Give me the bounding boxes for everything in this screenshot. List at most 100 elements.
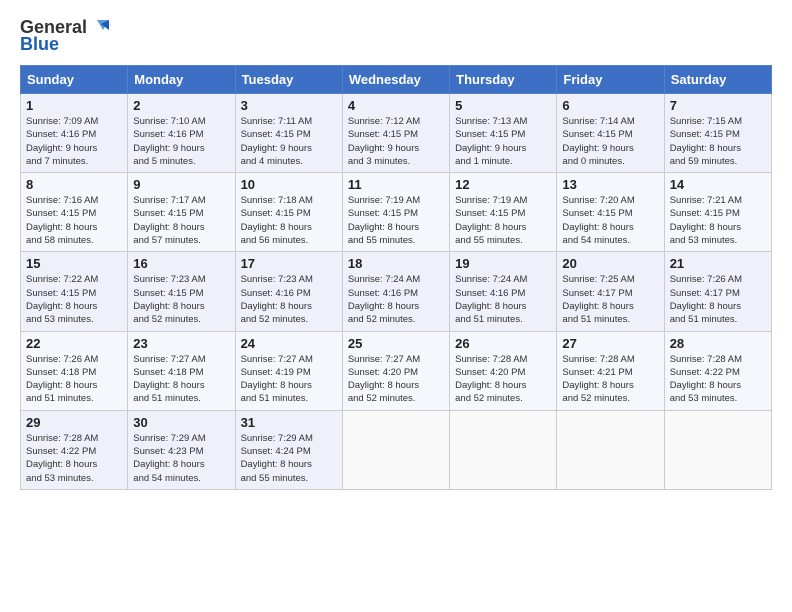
calendar-cell: 31 Sunrise: 7:29 AM Sunset: 4:24 PM Dayli… xyxy=(235,410,342,489)
day-info: Sunrise: 7:23 AM Sunset: 4:15 PM Dayligh… xyxy=(133,273,229,326)
day-info: Sunrise: 7:24 AM Sunset: 4:16 PM Dayligh… xyxy=(455,273,551,326)
weekday-header-thursday: Thursday xyxy=(450,66,557,94)
weekday-header-friday: Friday xyxy=(557,66,664,94)
day-info: Sunrise: 7:26 AM Sunset: 4:18 PM Dayligh… xyxy=(26,353,122,406)
day-number: 17 xyxy=(241,256,337,271)
weekday-header-wednesday: Wednesday xyxy=(342,66,449,94)
day-number: 9 xyxy=(133,177,229,192)
calendar-cell: 20Sunrise: 7:25 AM Sunset: 4:17 PM Dayli… xyxy=(557,252,664,331)
weekday-header-monday: Monday xyxy=(128,66,235,94)
day-info: Sunrise: 7:14 AM Sunset: 4:15 PM Dayligh… xyxy=(562,115,658,168)
day-info: Sunrise: 7:24 AM Sunset: 4:16 PM Dayligh… xyxy=(348,273,444,326)
calendar-header-row: SundayMondayTuesdayWednesdayThursdayFrid… xyxy=(21,66,772,94)
weekday-header-sunday: Sunday xyxy=(21,66,128,94)
calendar-cell: 30 Sunrise: 7:29 AM Sunset: 4:23 PM Dayli… xyxy=(128,410,235,489)
calendar-cell xyxy=(342,410,449,489)
day-number: 15 xyxy=(26,256,122,271)
calendar-cell: 7 Sunrise: 7:15 AM Sunset: 4:15 PM Daylig… xyxy=(664,94,771,173)
day-number: 26 xyxy=(455,336,551,351)
day-number: 29 xyxy=(26,415,122,430)
calendar-cell: 12 Sunrise: 7:19 AM Sunset: 4:15 PM Dayli… xyxy=(450,173,557,252)
day-number: 2 xyxy=(133,98,229,113)
calendar-cell: 15Sunrise: 7:22 AM Sunset: 4:15 PM Dayli… xyxy=(21,252,128,331)
calendar-cell xyxy=(664,410,771,489)
calendar-cell: 4 Sunrise: 7:12 AM Sunset: 4:15 PM Daylig… xyxy=(342,94,449,173)
calendar-cell: 2 Sunrise: 7:10 AM Sunset: 4:16 PM Daylig… xyxy=(128,94,235,173)
day-number: 23 xyxy=(133,336,229,351)
day-number: 5 xyxy=(455,98,551,113)
day-info: Sunrise: 7:23 AM Sunset: 4:16 PM Dayligh… xyxy=(241,273,337,326)
day-info: Sunrise: 7:13 AM Sunset: 4:15 PM Dayligh… xyxy=(455,115,551,168)
weekday-header-tuesday: Tuesday xyxy=(235,66,342,94)
day-number: 22 xyxy=(26,336,122,351)
calendar-cell: 25 Sunrise: 7:27 AM Sunset: 4:20 PM Dayli… xyxy=(342,331,449,410)
calendar-cell xyxy=(450,410,557,489)
day-number: 11 xyxy=(348,177,444,192)
logo: General Blue xyxy=(20,16,111,55)
day-info: Sunrise: 7:10 AM Sunset: 4:16 PM Dayligh… xyxy=(133,115,229,168)
day-number: 16 xyxy=(133,256,229,271)
day-info: Sunrise: 7:20 AM Sunset: 4:15 PM Dayligh… xyxy=(562,194,658,247)
calendar-cell: 10Sunrise: 7:18 AM Sunset: 4:15 PM Dayli… xyxy=(235,173,342,252)
calendar-cell: 27 Sunrise: 7:28 AM Sunset: 4:21 PM Dayli… xyxy=(557,331,664,410)
day-info: Sunrise: 7:16 AM Sunset: 4:15 PM Dayligh… xyxy=(26,194,122,247)
day-number: 31 xyxy=(241,415,337,430)
day-info: Sunrise: 7:28 AM Sunset: 4:21 PM Dayligh… xyxy=(562,353,658,406)
day-info: Sunrise: 7:19 AM Sunset: 4:15 PM Dayligh… xyxy=(455,194,551,247)
calendar-cell: 11 Sunrise: 7:19 AM Sunset: 4:15 PM Dayli… xyxy=(342,173,449,252)
calendar-cell: 19 Sunrise: 7:24 AM Sunset: 4:16 PM Dayli… xyxy=(450,252,557,331)
calendar-week-4: 22 Sunrise: 7:26 AM Sunset: 4:18 PM Dayli… xyxy=(21,331,772,410)
day-number: 27 xyxy=(562,336,658,351)
day-info: Sunrise: 7:12 AM Sunset: 4:15 PM Dayligh… xyxy=(348,115,444,168)
day-number: 18 xyxy=(348,256,444,271)
day-number: 25 xyxy=(348,336,444,351)
calendar-cell: 6 Sunrise: 7:14 AM Sunset: 4:15 PM Daylig… xyxy=(557,94,664,173)
day-number: 6 xyxy=(562,98,658,113)
calendar-cell: 21 Sunrise: 7:26 AM Sunset: 4:17 PM Dayli… xyxy=(664,252,771,331)
calendar-cell: 23 Sunrise: 7:27 AM Sunset: 4:18 PM Dayli… xyxy=(128,331,235,410)
day-number: 13 xyxy=(562,177,658,192)
day-info: Sunrise: 7:19 AM Sunset: 4:15 PM Dayligh… xyxy=(348,194,444,247)
page-header: General Blue xyxy=(20,16,772,55)
day-info: Sunrise: 7:27 AM Sunset: 4:18 PM Dayligh… xyxy=(133,353,229,406)
day-number: 19 xyxy=(455,256,551,271)
day-number: 21 xyxy=(670,256,766,271)
day-number: 12 xyxy=(455,177,551,192)
day-info: Sunrise: 7:26 AM Sunset: 4:17 PM Dayligh… xyxy=(670,273,766,326)
calendar-cell: 22 Sunrise: 7:26 AM Sunset: 4:18 PM Dayli… xyxy=(21,331,128,410)
day-number: 8 xyxy=(26,177,122,192)
day-info: Sunrise: 7:28 AM Sunset: 4:22 PM Dayligh… xyxy=(26,432,122,485)
day-info: Sunrise: 7:27 AM Sunset: 4:20 PM Dayligh… xyxy=(348,353,444,406)
day-info: Sunrise: 7:15 AM Sunset: 4:15 PM Dayligh… xyxy=(670,115,766,168)
day-number: 20 xyxy=(562,256,658,271)
calendar-cell: 14 Sunrise: 7:21 AM Sunset: 4:15 PM Dayli… xyxy=(664,173,771,252)
day-number: 3 xyxy=(241,98,337,113)
calendar-cell: 24Sunrise: 7:27 AM Sunset: 4:19 PM Dayli… xyxy=(235,331,342,410)
calendar-cell: 1 Sunrise: 7:09 AM Sunset: 4:16 PM Daylig… xyxy=(21,94,128,173)
day-number: 24 xyxy=(241,336,337,351)
calendar-cell: 5 Sunrise: 7:13 AM Sunset: 4:15 PM Daylig… xyxy=(450,94,557,173)
logo-text-blue: Blue xyxy=(20,34,59,55)
calendar-week-3: 15Sunrise: 7:22 AM Sunset: 4:15 PM Dayli… xyxy=(21,252,772,331)
calendar-cell: 13 Sunrise: 7:20 AM Sunset: 4:15 PM Dayli… xyxy=(557,173,664,252)
day-info: Sunrise: 7:21 AM Sunset: 4:15 PM Dayligh… xyxy=(670,194,766,247)
calendar-cell: 9 Sunrise: 7:17 AM Sunset: 4:15 PM Daylig… xyxy=(128,173,235,252)
day-number: 14 xyxy=(670,177,766,192)
day-info: Sunrise: 7:28 AM Sunset: 4:20 PM Dayligh… xyxy=(455,353,551,406)
day-number: 10 xyxy=(241,177,337,192)
day-info: Sunrise: 7:28 AM Sunset: 4:22 PM Dayligh… xyxy=(670,353,766,406)
day-number: 7 xyxy=(670,98,766,113)
calendar-cell: 29 Sunrise: 7:28 AM Sunset: 4:22 PM Dayli… xyxy=(21,410,128,489)
day-info: Sunrise: 7:29 AM Sunset: 4:24 PM Dayligh… xyxy=(241,432,337,485)
logo-bird-icon xyxy=(89,16,111,38)
day-info: Sunrise: 7:17 AM Sunset: 4:15 PM Dayligh… xyxy=(133,194,229,247)
day-number: 30 xyxy=(133,415,229,430)
day-info: Sunrise: 7:09 AM Sunset: 4:16 PM Dayligh… xyxy=(26,115,122,168)
calendar-week-5: 29 Sunrise: 7:28 AM Sunset: 4:22 PM Dayli… xyxy=(21,410,772,489)
day-number: 1 xyxy=(26,98,122,113)
calendar-week-1: 1 Sunrise: 7:09 AM Sunset: 4:16 PM Daylig… xyxy=(21,94,772,173)
calendar-cell: 3Sunrise: 7:11 AM Sunset: 4:15 PM Daylig… xyxy=(235,94,342,173)
calendar-week-2: 8 Sunrise: 7:16 AM Sunset: 4:15 PM Daylig… xyxy=(21,173,772,252)
day-info: Sunrise: 7:29 AM Sunset: 4:23 PM Dayligh… xyxy=(133,432,229,485)
day-number: 4 xyxy=(348,98,444,113)
